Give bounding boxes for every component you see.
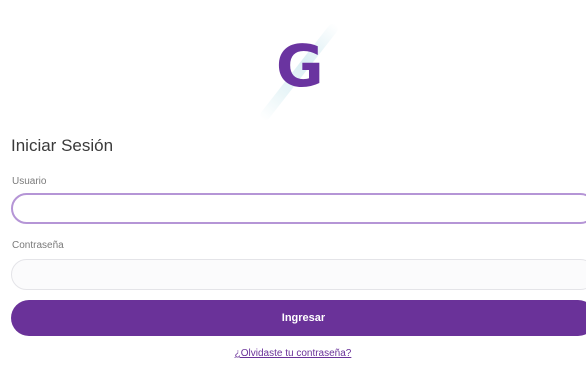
login-button[interactable]: Ingresar <box>11 300 586 336</box>
logo-letter: G <box>276 32 324 100</box>
password-input[interactable] <box>11 259 586 290</box>
username-input[interactable] <box>11 193 586 224</box>
password-label: Contraseña <box>12 240 64 251</box>
login-page: G Iniciar Sesión Usuario Contraseña Ingr… <box>0 0 586 368</box>
brand-logo: G <box>250 18 350 123</box>
forgot-password-link[interactable]: ¿Olvidaste tu contraseña? <box>0 348 586 359</box>
username-label: Usuario <box>12 176 47 187</box>
page-title: Iniciar Sesión <box>11 136 114 155</box>
